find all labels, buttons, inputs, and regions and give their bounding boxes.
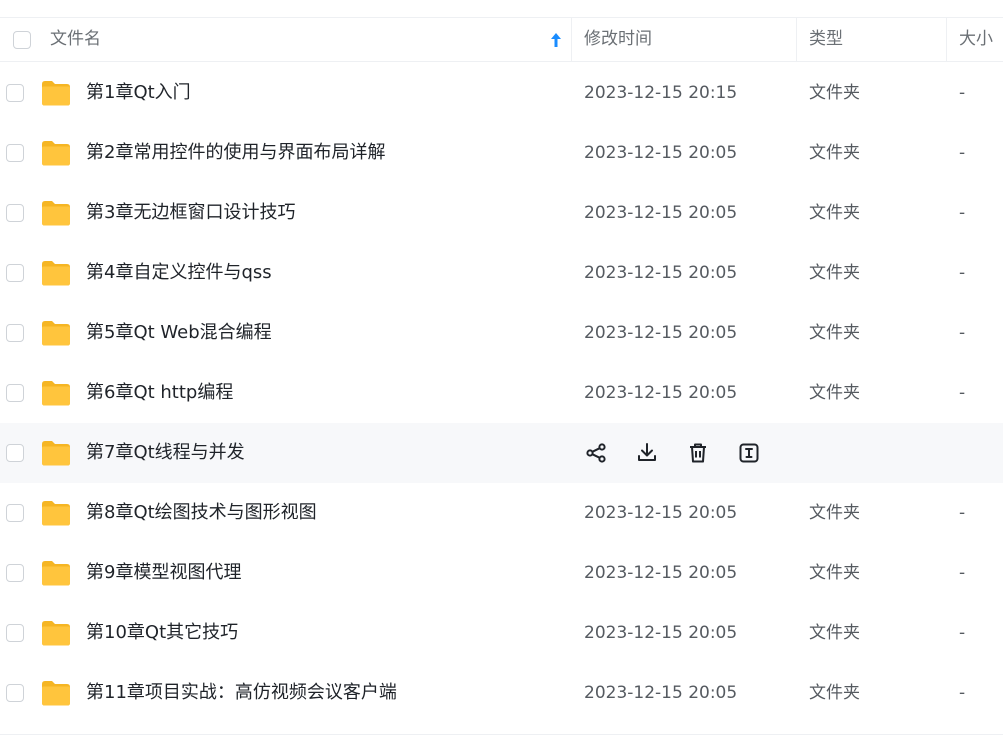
file-type: 文件夹 [809,683,860,703]
file-name-link[interactable]: 第10章Qt其它技巧 [86,603,238,663]
folder-icon [42,261,70,286]
table-row[interactable]: 第10章Qt其它技巧 2023-12-15 20:05 文件夹 - [0,603,1003,663]
modified-time: 2023-12-15 20:05 [584,143,738,163]
header-type[interactable]: 类型 [809,18,843,61]
folder-icon [42,381,70,406]
table-row[interactable]: 第8章Qt绘图技术与图形视图 2023-12-15 20:05 文件夹 - [0,483,1003,543]
modified-time: 2023-12-15 20:05 [584,503,738,523]
header-name[interactable]: 文件名 [50,18,101,61]
modified-time: 2023-12-15 20:15 [584,83,738,103]
sort-ascending-icon[interactable] [549,31,563,49]
table-row[interactable]: 第4章自定义控件与qss 2023-12-15 20:05 文件夹 - [0,243,1003,303]
file-type: 文件夹 [809,563,860,583]
table-row[interactable]: 第11章项目实战：高仿视频会议客户端 2023-12-15 20:05 文件夹 - [0,663,1003,723]
file-type: 文件夹 [809,503,860,523]
file-size: - [959,683,966,703]
column-divider [796,18,797,61]
file-size: - [959,203,966,223]
modified-time: 2023-12-15 20:05 [584,323,738,343]
file-type: 文件夹 [809,383,860,403]
table-row[interactable]: 第5章Qt Web混合编程 2023-12-15 20:05 文件夹 - [0,303,1003,363]
file-type: 文件夹 [809,323,860,343]
delete-icon[interactable] [686,441,710,465]
folder-icon [42,141,70,166]
table-row[interactable]: 第1章Qt入门 2023-12-15 20:15 文件夹 - [0,63,1003,123]
modified-time: 2023-12-15 20:05 [584,203,738,223]
row-checkbox[interactable] [6,204,24,222]
file-name-link[interactable]: 第2章常用控件的使用与界面布局详解 [86,123,385,183]
file-size: - [959,563,966,583]
file-name-link[interactable]: 第7章Qt线程与并发 [86,423,245,483]
file-size: - [959,263,966,283]
share-icon[interactable] [584,441,608,465]
table-row[interactable]: 第7章Qt线程与并发 [0,423,1003,483]
table-row[interactable]: 第2章常用控件的使用与界面布局详解 2023-12-15 20:05 文件夹 - [0,123,1003,183]
bottom-divider [0,734,1003,735]
select-all-checkbox[interactable] [13,31,31,49]
folder-icon [42,441,70,466]
row-checkbox[interactable] [6,444,24,462]
column-divider [946,18,947,61]
row-checkbox[interactable] [6,144,24,162]
header-size[interactable]: 大小 [959,18,993,61]
file-name-link[interactable]: 第3章无边框窗口设计技巧 [86,183,295,243]
file-size: - [959,143,966,163]
modified-time: 2023-12-15 20:05 [584,263,738,283]
row-checkbox[interactable] [6,504,24,522]
file-size: - [959,323,966,343]
file-type: 文件夹 [809,143,860,163]
modified-time: 2023-12-15 20:05 [584,623,738,643]
file-size: - [959,623,966,643]
row-checkbox[interactable] [6,84,24,102]
modified-time: 2023-12-15 20:05 [584,563,738,583]
header-mtime[interactable]: 修改时间 [584,18,652,61]
table-row[interactable]: 第6章Qt http编程 2023-12-15 20:05 文件夹 - [0,363,1003,423]
folder-icon [42,561,70,586]
table-row[interactable]: 第9章模型视图代理 2023-12-15 20:05 文件夹 - [0,543,1003,603]
file-name-link[interactable]: 第5章Qt Web混合编程 [86,303,272,363]
file-name-link[interactable]: 第11章项目实战：高仿视频会议客户端 [86,663,397,723]
column-divider [571,18,572,61]
rename-icon[interactable] [737,441,761,465]
row-checkbox[interactable] [6,324,24,342]
row-checkbox[interactable] [6,624,24,642]
folder-icon [42,321,70,346]
row-checkbox[interactable] [6,684,24,702]
folder-icon [42,201,70,226]
file-size: - [959,83,966,103]
file-name-link[interactable]: 第4章自定义控件与qss [86,243,272,303]
modified-time: 2023-12-15 20:05 [584,683,738,703]
folder-icon [42,681,70,706]
folder-icon [42,621,70,646]
file-name-link[interactable]: 第6章Qt http编程 [86,363,233,423]
download-icon[interactable] [635,441,659,465]
file-size: - [959,503,966,523]
file-type: 文件夹 [809,83,860,103]
row-checkbox[interactable] [6,264,24,282]
file-name-link[interactable]: 第9章模型视图代理 [86,543,241,603]
row-checkbox[interactable] [6,384,24,402]
folder-icon [42,81,70,106]
file-list-table: 文件名 修改时间 类型 大小 第1章Qt入门 2023-12-15 20:15 文件… [0,0,1003,736]
table-header: 文件名 修改时间 类型 大小 [0,18,1003,62]
folder-icon [42,501,70,526]
file-type: 文件夹 [809,623,860,643]
file-name-link[interactable]: 第8章Qt绘图技术与图形视图 [86,483,317,543]
file-size: - [959,383,966,403]
modified-time: 2023-12-15 20:05 [584,383,738,403]
row-checkbox[interactable] [6,564,24,582]
file-type: 文件夹 [809,263,860,283]
table-row[interactable]: 第3章无边框窗口设计技巧 2023-12-15 20:05 文件夹 - [0,183,1003,243]
file-name-link[interactable]: 第1章Qt入门 [86,63,191,123]
file-type: 文件夹 [809,203,860,223]
